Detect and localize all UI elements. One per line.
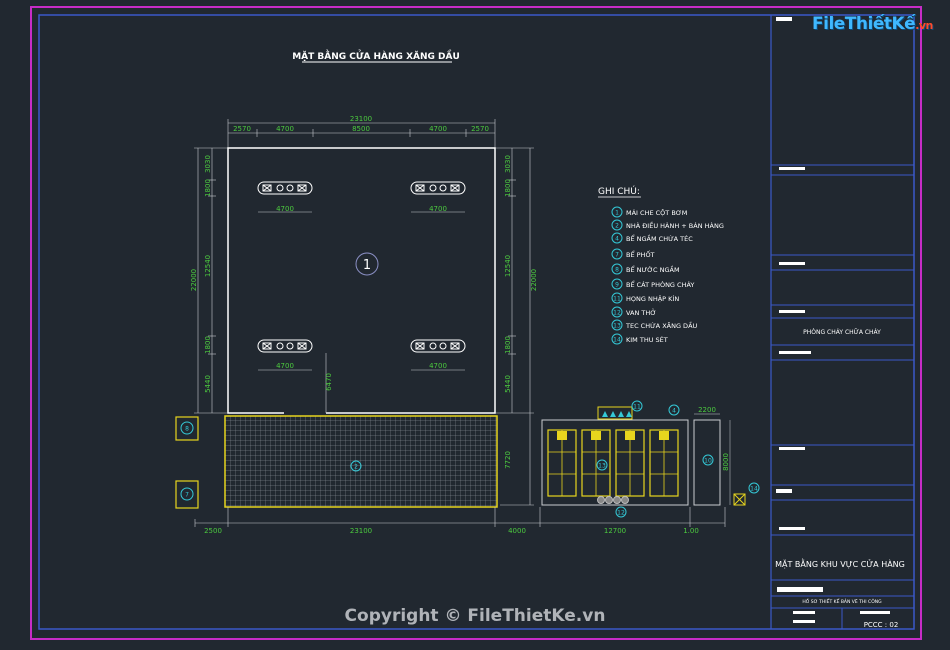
dim-bottom-c: 4000 <box>508 527 526 535</box>
dim-left-total: 22000 <box>190 269 198 291</box>
dim-top-a: 2570 <box>233 125 251 133</box>
note-num: 13 <box>613 323 621 330</box>
marker-8: 8 <box>185 426 189 433</box>
dim-right-d: 1800 <box>504 336 512 354</box>
underground-tank-area <box>541 406 689 506</box>
title-subject: PHÒNG CHÁY CHỮA CHÁY <box>803 329 881 336</box>
dim-top-total: 23100 <box>350 115 372 123</box>
logo-suffix: .vn <box>915 19 933 32</box>
building-hatch <box>224 415 498 508</box>
note-text: HỌNG NHẬP KÍN <box>626 294 679 303</box>
dim-right-e: 5440 <box>504 375 512 393</box>
note-text: BỂ NƯỚC NGẦM <box>626 264 680 274</box>
dim-tank-right-w: 2200 <box>698 406 716 414</box>
dim-left-b: 1800 <box>204 179 212 197</box>
dim-right-c: 12540 <box>504 255 512 277</box>
marker-14: 14 <box>750 486 758 493</box>
dim-right-b: 1800 <box>504 179 512 197</box>
marker-13: 13 <box>598 463 606 470</box>
copyright-watermark: Copyright © FileThietKe.vn <box>344 606 606 626</box>
dim-bottom-e: 1.00 <box>683 527 699 535</box>
note-num: 11 <box>613 296 621 303</box>
title-block: PHÒNG CHÁY CHỮA CHÁY MẶT BẰNG KHU VỰC CỬ… <box>770 15 914 629</box>
note-text: KIM THU SÉT <box>626 335 668 344</box>
top-dimensions <box>227 119 496 148</box>
drawing-title: MẶT BẰNG CỬA HÀNG XĂNG DẦU <box>292 49 460 62</box>
note-num: 1 <box>615 210 619 217</box>
notes-title: GHI CHÚ: <box>598 185 640 197</box>
note-num: 14 <box>613 337 621 344</box>
note-num: 7 <box>615 252 619 259</box>
dim-left-e: 5440 <box>204 375 212 393</box>
marker-12: 12 <box>617 510 625 517</box>
marker-2: 2 <box>354 464 358 471</box>
note-num: 2 <box>615 223 619 230</box>
site-logo[interactable]: FileThiếtKế.vn <box>812 14 933 34</box>
marker-main: 1 <box>363 258 371 273</box>
note-text: TEC CHỨA XĂNG DẦU <box>625 320 698 330</box>
note-num: 4 <box>615 236 619 243</box>
dim-left-a: 3030 <box>204 155 212 173</box>
marker-10: 10 <box>704 458 712 465</box>
dim-right-a: 3030 <box>504 155 512 173</box>
dim-pump-tr: 4700 <box>429 205 447 213</box>
notes-list: 1 MÁI CHE CỘT BƠM 2 NHÀ ĐIỀU HÀNH + BÁN … <box>611 206 724 345</box>
note-text: MÁI CHE CỘT BƠM <box>626 208 687 217</box>
note-num: 9 <box>615 282 619 289</box>
title-stage: HỒ SƠ THIẾT KẾ BẢN VẼ THI CÔNG <box>802 596 882 605</box>
dim-top-b: 4700 <box>276 125 294 133</box>
note-text: NHÀ ĐIỀU HÀNH + BÁN HÀNG <box>626 220 724 230</box>
note-text: VAN THỞ <box>626 307 656 317</box>
marker-7: 7 <box>185 492 189 499</box>
dim-mid-v: 6470 <box>325 373 333 391</box>
note-text: BỂ CÁT PHÒNG CHÁY <box>626 279 694 289</box>
dim-top-e: 2570 <box>471 125 489 133</box>
title-drawing-name: MẶT BẰNG KHU VỰC CỬA HÀNG <box>775 557 905 570</box>
marker-11: 11 <box>633 404 641 411</box>
dim-pump-tl: 4700 <box>276 205 294 213</box>
dim-pump-br: 4700 <box>429 362 447 370</box>
outer-frame <box>30 6 922 640</box>
right-dimensions <box>495 147 534 506</box>
marker-4: 4 <box>672 408 676 415</box>
dim-bottom-b: 23100 <box>350 527 372 535</box>
dim-bottom-d: 12700 <box>604 527 626 535</box>
dim-left-d: 1800 <box>204 336 212 354</box>
dim-right-total: 22000 <box>530 269 538 291</box>
dim-top-c: 8500 <box>352 125 370 133</box>
inner-border <box>38 14 915 630</box>
dim-pump-bl: 4700 <box>276 362 294 370</box>
note-text: BỂ NGẦM CHỨA TÉC <box>626 233 693 243</box>
dim-tank-right-h: 8000 <box>722 453 730 471</box>
dim-right-h: 7720 <box>504 451 512 469</box>
note-num: 12 <box>613 310 621 317</box>
note-num: 8 <box>615 267 619 274</box>
cad-drawing: PHÒNG CHÁY CHỮA CHÁY MẶT BẰNG KHU VỰC CỬ… <box>30 6 922 640</box>
dim-bottom-a: 2500 <box>204 527 222 535</box>
dim-left-c: 12540 <box>204 255 212 277</box>
dim-top-d: 4700 <box>429 125 447 133</box>
logo-text: FileThiếtKế <box>812 14 916 34</box>
bottom-dimensions <box>194 507 726 527</box>
note-text: BỂ PHỐT <box>626 249 655 259</box>
